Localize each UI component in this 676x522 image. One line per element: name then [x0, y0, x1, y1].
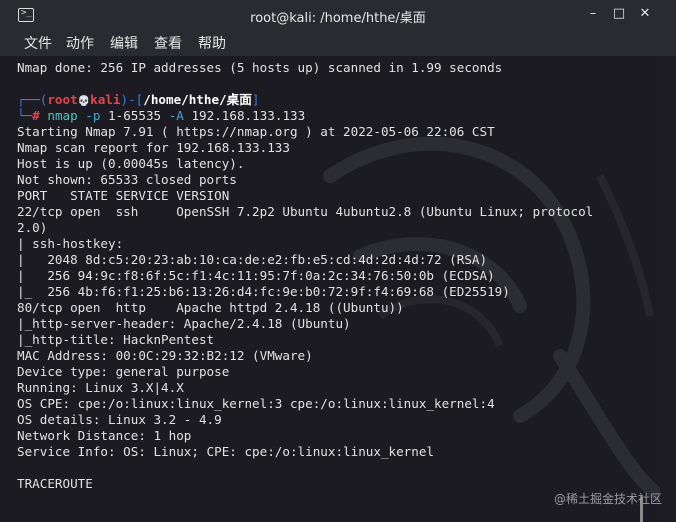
- output-line: Device type: general purpose: [17, 364, 230, 379]
- output-line: | ssh-hostkey:: [17, 236, 124, 251]
- menu-action[interactable]: 动作: [66, 33, 94, 53]
- command-arg-target: 192.168.133.133: [191, 108, 306, 123]
- output-line: 22/tcp open ssh OpenSSH 7.2p2 Ubuntu 4ub…: [17, 204, 594, 219]
- output-line: Host is up (0.00045s latency).: [17, 156, 245, 171]
- command-arg-flag-p: -p: [77, 108, 109, 123]
- prompt-line-2: └─# nmap -p 1-65535 -A 192.168.133.133: [17, 108, 305, 124]
- minimize-button[interactable]: –: [584, 5, 602, 23]
- prompt-host: kali: [90, 92, 121, 107]
- window-title: root@kali: /home/hthe/桌面: [250, 11, 426, 26]
- close-button[interactable]: ✕: [636, 5, 654, 23]
- output-line: Service Info: OS: Linux; CPE: cpe:/o:lin…: [17, 444, 435, 459]
- output-line: |_http-server-header: Apache/2.4.18 (Ubu…: [17, 316, 351, 331]
- output-line: | 2048 8d:c5:20:23:ab:10:ca:de:e2:fb:e5:…: [17, 252, 488, 267]
- command-arg-ports: 1-65535: [108, 108, 162, 123]
- prompt-frame-close: ]: [251, 92, 260, 107]
- menu-file[interactable]: 文件: [24, 33, 52, 53]
- menu-edit[interactable]: 编辑: [110, 33, 138, 53]
- menu-bar: 文件 动作 编辑 查看 帮助: [0, 30, 676, 56]
- maximize-button[interactable]: □: [610, 5, 628, 23]
- output-line: OS CPE: cpe:/o:linux:linux_kernel:3 cpe:…: [17, 396, 495, 411]
- output-line: Not shown: 65533 closed ports: [17, 172, 237, 187]
- output-line: |_http-title: HacknPentest: [17, 332, 215, 347]
- output-line: Running: Linux 3.X|4.X: [17, 380, 184, 395]
- menu-help[interactable]: 帮助: [198, 33, 226, 53]
- output-line: MAC Address: 00:0C:29:32:B2:12 (VMware): [17, 348, 313, 363]
- prompt-frame-sep: )-[: [120, 92, 144, 107]
- previous-output-line: Nmap done: 256 IP addresses (5 hosts up)…: [17, 60, 503, 75]
- output-line: OS details: Linux 3.2 - 4.9: [17, 412, 222, 427]
- output-line: Network Distance: 1 hop: [17, 428, 192, 443]
- prompt-frame-open: ┌──(: [17, 92, 48, 107]
- output-line: | 256 94:9c:f8:6f:5c:f1:4c:11:95:7f:0a:2…: [17, 268, 495, 283]
- output-line: Nmap scan report for 192.168.133.133: [17, 140, 290, 155]
- terminal-window: >_ root@kali: /home/hthe/桌面 – □ ✕ 文件 动作 …: [0, 0, 676, 522]
- prompt-user: root: [47, 92, 78, 107]
- prompt-frame-bottom: └─: [17, 108, 33, 123]
- watermark-text: @稀土掘金技术社区: [553, 492, 662, 506]
- output-line: TRACEROUTE: [17, 476, 93, 491]
- command-arg-flag-a: -A: [161, 108, 192, 123]
- output-line: PORT STATE SERVICE VERSION: [17, 188, 230, 203]
- prompt-path: /home/hthe/桌面: [143, 92, 252, 107]
- terminal-output[interactable]: Nmap done: 256 IP addresses (5 hosts up)…: [0, 56, 660, 522]
- title-bar[interactable]: >_ root@kali: /home/hthe/桌面 – □ ✕: [0, 0, 676, 30]
- command-name: nmap: [47, 108, 78, 123]
- prompt-hash: #: [32, 108, 40, 123]
- output-line: 80/tcp open http Apache httpd 2.4.18 ((U…: [17, 300, 404, 315]
- skull-icon: 💀: [77, 96, 91, 107]
- output-line: Starting Nmap 7.91 ( https://nmap.org ) …: [17, 124, 495, 139]
- output-line: |_ 256 4b:f6:f1:25:b6:13:26:d4:fc:9e:b0:…: [17, 284, 510, 299]
- output-line: 2.0): [17, 220, 48, 235]
- menu-view[interactable]: 查看: [154, 33, 182, 53]
